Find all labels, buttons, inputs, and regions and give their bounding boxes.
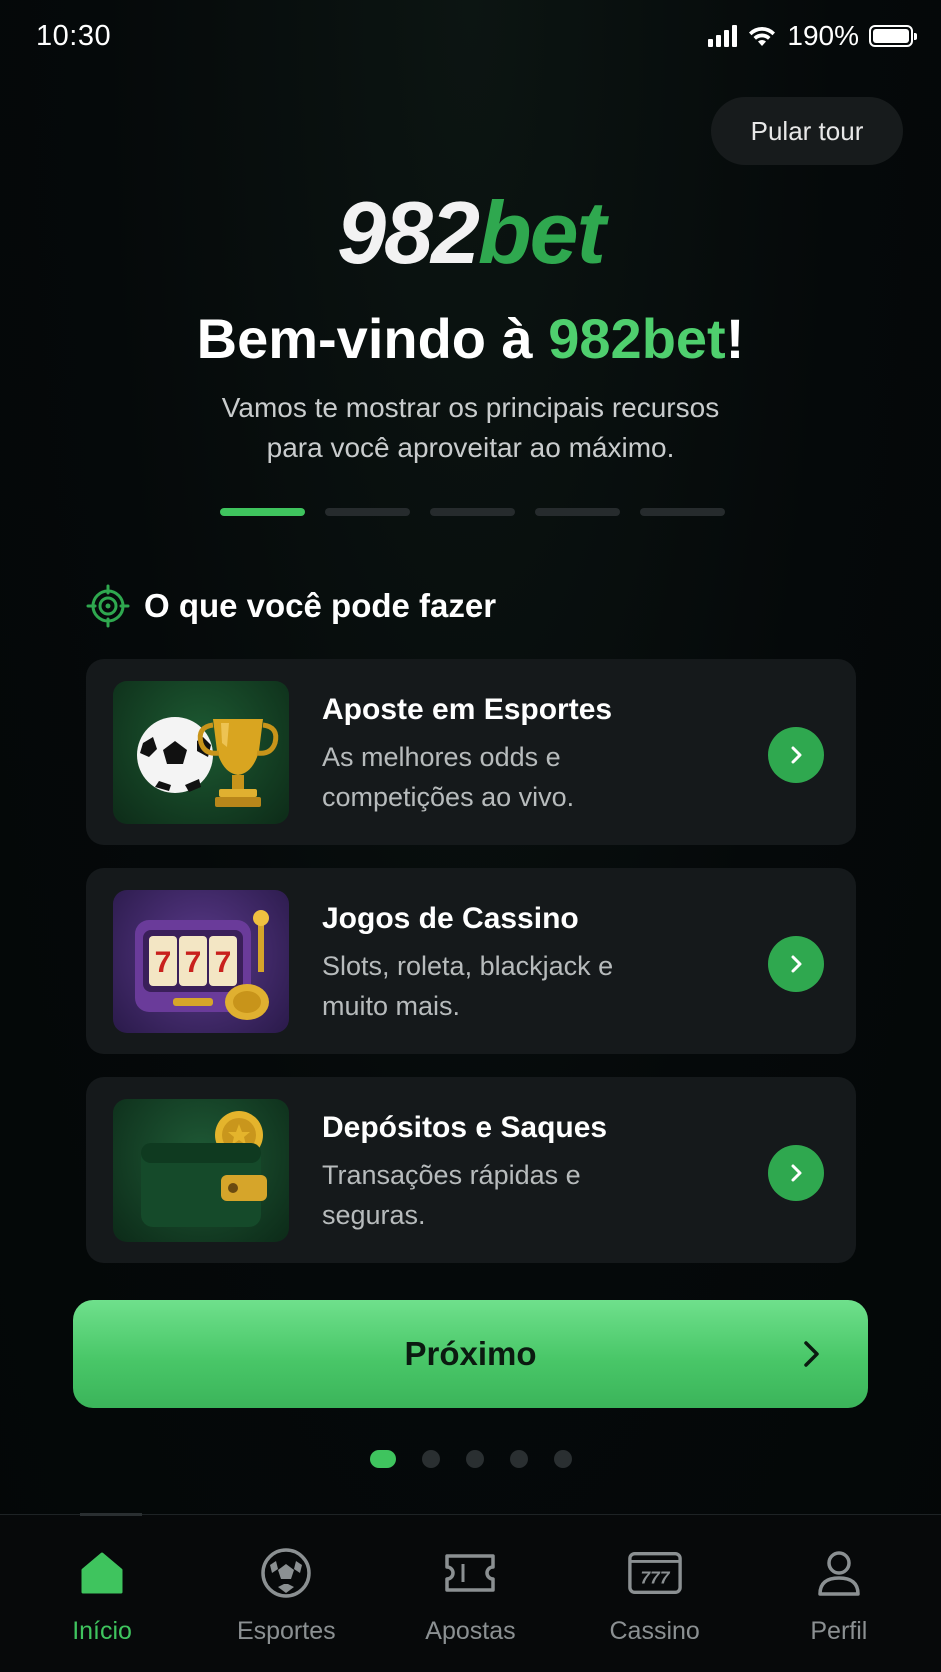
- progress-step-3: [430, 508, 515, 516]
- chevron-right-icon[interactable]: [768, 936, 824, 992]
- tab-label: Perfil: [810, 1617, 868, 1645]
- page-dot-3[interactable]: [465, 1450, 484, 1468]
- tab-label: Início: [72, 1617, 132, 1645]
- soccer-ball-icon: [258, 1545, 314, 1601]
- progress-step-4: [535, 508, 620, 516]
- feature-title: Depósitos e Saques: [322, 1111, 608, 1144]
- signal-icon: [708, 25, 738, 47]
- bottom-tab-bar: Início Esportes Apostas 777 Cassino Perf…: [0, 1513, 941, 1672]
- feature-card-sports[interactable]: Aposte em Esportes As melhores odds e co…: [86, 659, 856, 845]
- svg-text:7: 7: [185, 946, 202, 979]
- status-time: 10:30: [36, 19, 112, 52]
- page-dot-5[interactable]: [553, 1450, 572, 1468]
- progress-step-2: [325, 508, 410, 516]
- section-title: O que você pode fazer: [144, 587, 497, 624]
- page-indicator: [0, 1450, 941, 1468]
- tab-apostas[interactable]: Apostas: [380, 1515, 560, 1672]
- brand-logo: 982bet: [337, 183, 606, 282]
- feature-title: Aposte em Esportes: [322, 693, 613, 726]
- home-icon: [74, 1545, 130, 1601]
- progress-step-1: [220, 508, 305, 516]
- page-dot-1[interactable]: [369, 1450, 396, 1468]
- feature-description: Slots, roleta, blackjack e muito mais.: [322, 951, 614, 1021]
- user-icon: [811, 1545, 867, 1601]
- feature-text: Jogos de Cassino Slots, roleta, blackjac…: [322, 902, 712, 1026]
- feature-card-payments[interactable]: Depósitos e Saques Transações rápidas e …: [86, 1077, 856, 1263]
- svg-text:7: 7: [215, 946, 232, 979]
- slot-777-icon: 777: [627, 1545, 683, 1601]
- welcome-subtitle: Vamos te mostrar os principais recursos …: [221, 392, 720, 463]
- tab-label: Esportes: [236, 1617, 336, 1645]
- section-header: O que você pode fazer: [86, 584, 496, 628]
- status-indicators: 190%: [708, 20, 917, 52]
- onboarding-screen: 10:30 190% Pular tour 982bet Bem-vindo à…: [0, 0, 941, 1672]
- chevron-right-icon[interactable]: [768, 727, 824, 783]
- chevron-right-icon[interactable]: [768, 1145, 824, 1201]
- feature-description: Transações rápidas e seguras.: [322, 1160, 581, 1230]
- tab-indicator: [80, 1513, 142, 1516]
- page-dot-2[interactable]: [421, 1450, 440, 1468]
- next-button-label: Próximo: [404, 1335, 537, 1372]
- battery-icon: [869, 25, 917, 47]
- soccer-trophy-image: [113, 681, 289, 824]
- progress-step-5: [640, 508, 725, 516]
- feature-text: Aposte em Esportes As melhores odds e co…: [322, 693, 712, 817]
- tab-perfil[interactable]: Perfil: [749, 1515, 929, 1672]
- step-progress: [220, 508, 725, 516]
- feature-text: Depósitos e Saques Transações rápidas e …: [322, 1111, 712, 1235]
- ticket-icon: [442, 1545, 498, 1601]
- wifi-icon: [749, 26, 776, 46]
- battery-percent: 190%: [787, 20, 859, 51]
- chevron-right-icon: [804, 1341, 819, 1367]
- target-icon: [86, 584, 130, 628]
- tab-label: Cassino: [609, 1617, 700, 1645]
- feature-list: Aposte em Esportes As melhores odds e co…: [86, 659, 856, 1286]
- skip-tour-button[interactable]: Pular tour: [711, 97, 903, 165]
- tab-inicio[interactable]: Início: [12, 1515, 192, 1672]
- tab-cassino[interactable]: 777 Cassino: [565, 1515, 745, 1672]
- svg-text:777: 777: [640, 1568, 670, 1588]
- welcome-title: Bem-vindo à 982bet!: [196, 307, 745, 370]
- feature-description: As melhores odds e competições ao vivo.: [322, 742, 575, 812]
- svg-text:7: 7: [155, 946, 172, 979]
- wallet-coin-image: [113, 1099, 289, 1242]
- next-button[interactable]: Próximo: [73, 1300, 868, 1408]
- feature-title: Jogos de Cassino: [322, 902, 579, 935]
- slot-machine-image: 7 7 7: [113, 890, 289, 1033]
- tab-label: Apostas: [425, 1617, 516, 1645]
- tab-esportes[interactable]: Esportes: [196, 1515, 376, 1672]
- page-dot-4[interactable]: [509, 1450, 528, 1468]
- feature-card-casino[interactable]: 7 7 7 Jogos de Cassino Slots, roleta, bl…: [86, 868, 856, 1054]
- status-bar: 10:30 190%: [0, 0, 941, 72]
